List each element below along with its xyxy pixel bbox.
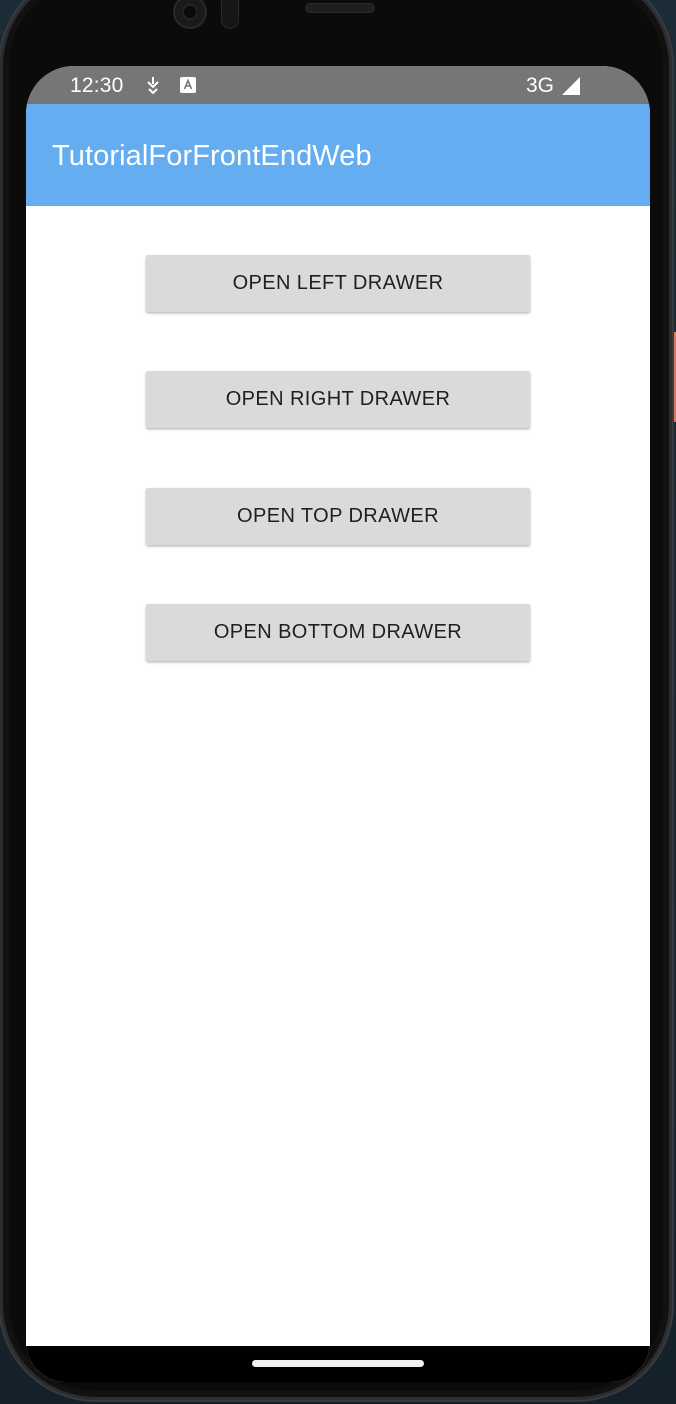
- download-status-icon: [147, 77, 159, 94]
- home-gesture-handle[interactable]: [252, 1360, 424, 1367]
- app-bar: TutorialForFrontEndWeb: [26, 104, 650, 206]
- open-left-drawer-button[interactable]: OPEN LEFT DRAWER: [146, 255, 530, 312]
- signal-icon: [562, 77, 580, 95]
- device-screen: 12:30 3G TutorialForFrontEndWeb OPEN LEF…: [26, 66, 650, 1382]
- status-bar: 12:30 3G: [26, 66, 650, 104]
- network-type: 3G: [526, 74, 555, 97]
- keyboard-a-icon: [180, 77, 196, 93]
- status-time: 12:30: [70, 74, 124, 97]
- navigation-bar: [26, 1346, 650, 1382]
- open-right-drawer-button[interactable]: OPEN RIGHT DRAWER: [146, 371, 530, 428]
- main-content: OPEN LEFT DRAWER OPEN RIGHT DRAWER OPEN …: [26, 206, 650, 1346]
- earpiece-speaker: [305, 3, 375, 13]
- app-title: TutorialForFrontEndWeb: [52, 140, 372, 172]
- front-camera: [173, 0, 207, 29]
- proximity-sensor: [221, 0, 239, 29]
- open-top-drawer-button[interactable]: OPEN TOP DRAWER: [146, 488, 530, 545]
- open-bottom-drawer-button[interactable]: OPEN BOTTOM DRAWER: [146, 604, 530, 661]
